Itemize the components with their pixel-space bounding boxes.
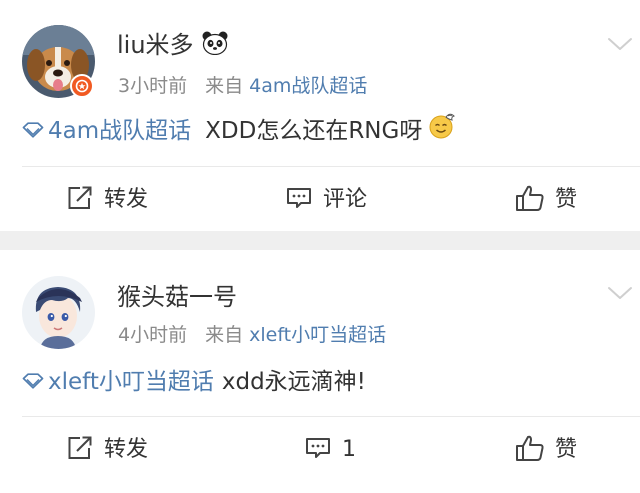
source-topic-link[interactable]: xleft小叮当超话 [249,324,386,346]
comment-label[interactable]: 评论 [323,187,367,212]
thumbs-up-icon [516,435,544,461]
divider [22,166,640,167]
verified-badge-icon [70,74,94,98]
like-label[interactable]: 赞 [555,187,577,212]
super-topic-link[interactable]: xleft小叮当超话 [22,369,214,395]
chevron-down-icon [608,287,632,299]
more-options-button[interactable] [607,285,633,305]
repost-label[interactable]: 转发 [104,187,148,212]
post-content: xleft小叮当超话 xdd永远滴神! [22,367,366,397]
thumbs-up-icon [516,185,544,211]
repost-label[interactable]: 转发 [104,437,148,462]
source-prefix: 来自 [205,75,244,97]
post-time: 3小时前 [118,75,188,97]
diamond-icon [22,373,44,389]
comment-button[interactable]: 评论 [285,185,367,215]
comment-icon [306,438,330,458]
more-options-button[interactable] [607,36,633,56]
share-icon [68,436,92,459]
weibo-post: 猴头菇一号 4小时前 来自 xleft小叮当超话 xleft小叮当超话 xdd永远滴神… [0,250,640,493]
like-label[interactable]: 赞 [555,437,577,462]
divider [22,416,640,417]
username-text[interactable]: 猴头菇一号 [117,283,237,311]
super-topic-label[interactable]: 4am战队超话 [48,118,191,144]
post-meta: 4小时前 来自 xleft小叮当超话 [118,323,386,347]
like-button[interactable]: 赞 [515,435,577,465]
super-topic-link[interactable]: 4am战队超话 [22,118,191,144]
source-prefix: 来自 [205,324,244,346]
panda-emoji-icon [202,31,228,62]
diamond-icon [22,122,44,138]
repost-button[interactable]: 转发 [66,185,148,215]
weibo-post: liu米多 3小时前 来自 4am战队超话 4am战队超话 XDD怎么还在RNG呀 [0,0,640,231]
dizzy-smile-emoji-icon [428,111,456,147]
comment-count[interactable]: 1 [342,437,356,462]
username[interactable]: 猴头菇一号 [117,282,237,312]
username-text[interactable]: liu米多 [117,31,194,59]
post-separator [0,231,640,250]
chevron-down-icon [608,38,632,50]
post-time: 4小时前 [118,324,188,346]
post-content: 4am战队超话 XDD怎么还在RNG呀 [22,113,456,147]
comment-icon [287,188,311,208]
repost-button[interactable]: 转发 [66,435,148,465]
like-button[interactable]: 赞 [515,185,577,215]
super-topic-label[interactable]: xleft小叮当超话 [48,369,214,395]
post-text: XDD怎么还在RNG呀 [205,118,423,144]
comment-button[interactable]: 1 [304,435,356,465]
post-text: xdd永远滴神! [221,369,366,395]
post-meta: 3小时前 来自 4am战队超话 [118,74,367,98]
username[interactable]: liu米多 [117,30,228,62]
share-icon [68,186,92,209]
avatar[interactable] [22,276,95,349]
source-topic-link[interactable]: 4am战队超话 [249,75,367,97]
